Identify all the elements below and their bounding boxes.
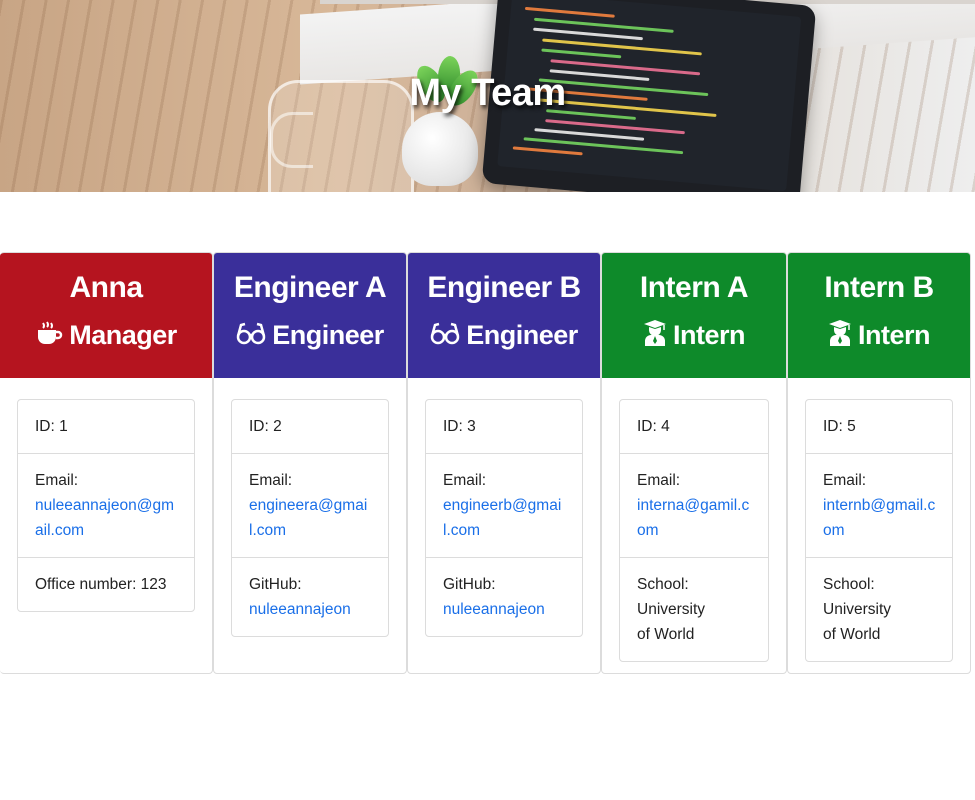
employee-name: Engineer B bbox=[427, 271, 581, 304]
employee-details-list: ID: 4 Email: interna@gamil.com School: U… bbox=[619, 399, 769, 662]
employee-email-item: Email: interna@gamil.com bbox=[620, 454, 768, 558]
school-value: University of World bbox=[823, 601, 892, 643]
page-title: My Team bbox=[409, 72, 566, 114]
card-header: Engineer B Engineer bbox=[408, 253, 600, 378]
coffee-cup-icon bbox=[35, 319, 63, 354]
employee-details-list: ID: 5 Email: internb@gmail.com School: U… bbox=[805, 399, 953, 662]
email-label: Email: bbox=[35, 472, 79, 489]
employee-id: ID: 4 bbox=[620, 400, 768, 454]
github-link[interactable]: nuleeannajeon bbox=[443, 601, 545, 618]
employee-email-item: Email: internb@gmail.com bbox=[806, 454, 952, 558]
github-item: GitHub: nuleeannajeon bbox=[232, 558, 388, 636]
graduate-icon bbox=[828, 319, 852, 354]
employee-id: ID: 5 bbox=[806, 400, 952, 454]
email-link[interactable]: nuleeannajeon@gmail.com bbox=[35, 497, 174, 539]
github-link[interactable]: nuleeannajeon bbox=[249, 601, 351, 618]
role-label: Manager bbox=[69, 320, 177, 350]
employee-details-list: ID: 1 Email: nuleeannajeon@gmail.com Off… bbox=[17, 399, 195, 612]
employee-role: Engineer bbox=[214, 319, 406, 354]
github-label: GitHub: bbox=[249, 576, 302, 593]
role-label: Engineer bbox=[466, 320, 578, 350]
employee-name: Intern B bbox=[824, 271, 934, 304]
employee-name: Anna bbox=[69, 271, 144, 304]
team-cards-row: Anna Manager ID: 1 Email: nuleeannajeon@… bbox=[0, 252, 975, 675]
employee-id: ID: 2 bbox=[232, 400, 388, 454]
code-line-decoration bbox=[512, 146, 583, 156]
card-header: Anna Manager bbox=[0, 253, 212, 378]
employee-name: Engineer A bbox=[233, 271, 387, 304]
employee-email-item: Email: nuleeannajeon@gmail.com bbox=[18, 454, 194, 558]
school-label: School: bbox=[823, 576, 875, 593]
github-label: GitHub: bbox=[443, 576, 496, 593]
email-label: Email: bbox=[637, 472, 681, 489]
employee-email-item: Email: engineera@gmail.com bbox=[232, 454, 388, 558]
employee-card-engineer-a: Engineer A Engineer ID: 2 Email: enginee… bbox=[213, 252, 407, 674]
email-link[interactable]: engineerb@gmail.com bbox=[443, 497, 561, 539]
code-line-decoration bbox=[524, 6, 615, 18]
card-header: Intern B Intern bbox=[788, 253, 970, 378]
employee-role: Intern bbox=[602, 319, 786, 354]
school-item: School: University of World bbox=[620, 558, 768, 661]
employee-role: Engineer bbox=[408, 319, 600, 354]
email-link[interactable]: engineera@gmail.com bbox=[249, 497, 367, 539]
employee-email-item: Email: engineerb@gmail.com bbox=[426, 454, 582, 558]
employee-role: Manager bbox=[0, 319, 212, 354]
role-label: Engineer bbox=[272, 320, 384, 350]
email-link[interactable]: internb@gmail.com bbox=[823, 497, 935, 539]
github-item: GitHub: nuleeannajeon bbox=[426, 558, 582, 636]
card-header: Intern A Intern bbox=[602, 253, 786, 378]
employee-card-engineer-b: Engineer B Engineer ID: 3 Email: enginee… bbox=[407, 252, 601, 674]
role-label: Intern bbox=[857, 320, 931, 350]
office-number: Office number: 123 bbox=[35, 576, 167, 593]
employee-card-manager: Anna Manager ID: 1 Email: nuleeannajeon@… bbox=[0, 252, 213, 674]
plant-pot-decoration bbox=[402, 112, 478, 186]
glasses-icon bbox=[430, 321, 460, 354]
hero-banner: My Team bbox=[0, 0, 975, 192]
email-label: Email: bbox=[823, 472, 867, 489]
school-label: School: bbox=[637, 576, 689, 593]
employee-card-intern-b: Intern B Intern ID: 5 Email: internb@gma… bbox=[787, 252, 971, 674]
employee-id: ID: 1 bbox=[18, 400, 194, 454]
employee-role: Intern bbox=[788, 319, 970, 354]
school-item: School: University of World bbox=[806, 558, 952, 661]
card-header: Engineer A Engineer bbox=[214, 253, 406, 378]
email-label: Email: bbox=[249, 472, 293, 489]
email-link[interactable]: interna@gamil.com bbox=[637, 497, 749, 539]
school-value: University of World bbox=[637, 601, 706, 643]
glasses-icon bbox=[236, 321, 266, 354]
employee-card-intern-a: Intern A Intern ID: 4 Email: interna@gam… bbox=[601, 252, 787, 674]
employee-id: ID: 3 bbox=[426, 400, 582, 454]
employee-name: Intern A bbox=[639, 271, 749, 304]
code-line-decoration bbox=[541, 48, 622, 59]
graduate-icon bbox=[643, 319, 667, 354]
role-label: Intern bbox=[672, 320, 746, 350]
employee-details-list: ID: 3 Email: engineerb@gmail.com GitHub:… bbox=[425, 399, 583, 637]
email-label: Email: bbox=[443, 472, 487, 489]
employee-details-list: ID: 2 Email: engineera@gmail.com GitHub:… bbox=[231, 399, 389, 637]
